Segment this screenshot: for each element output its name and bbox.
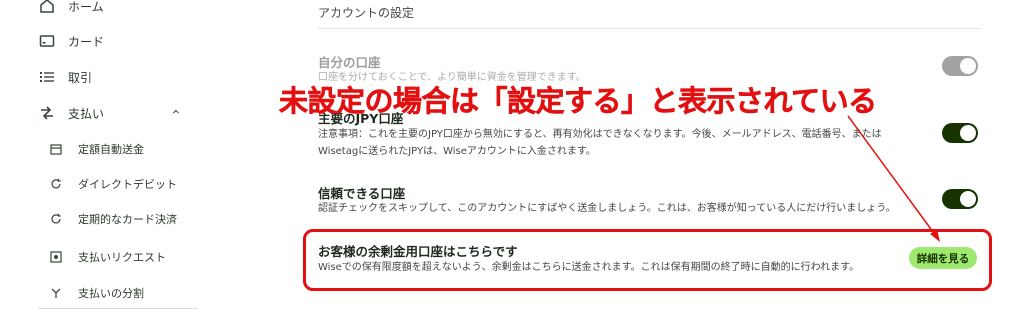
- annotation-text: 未設定の場合は「設定する」と表示されている: [279, 84, 878, 119]
- annotation-arrow: [847, 115, 940, 242]
